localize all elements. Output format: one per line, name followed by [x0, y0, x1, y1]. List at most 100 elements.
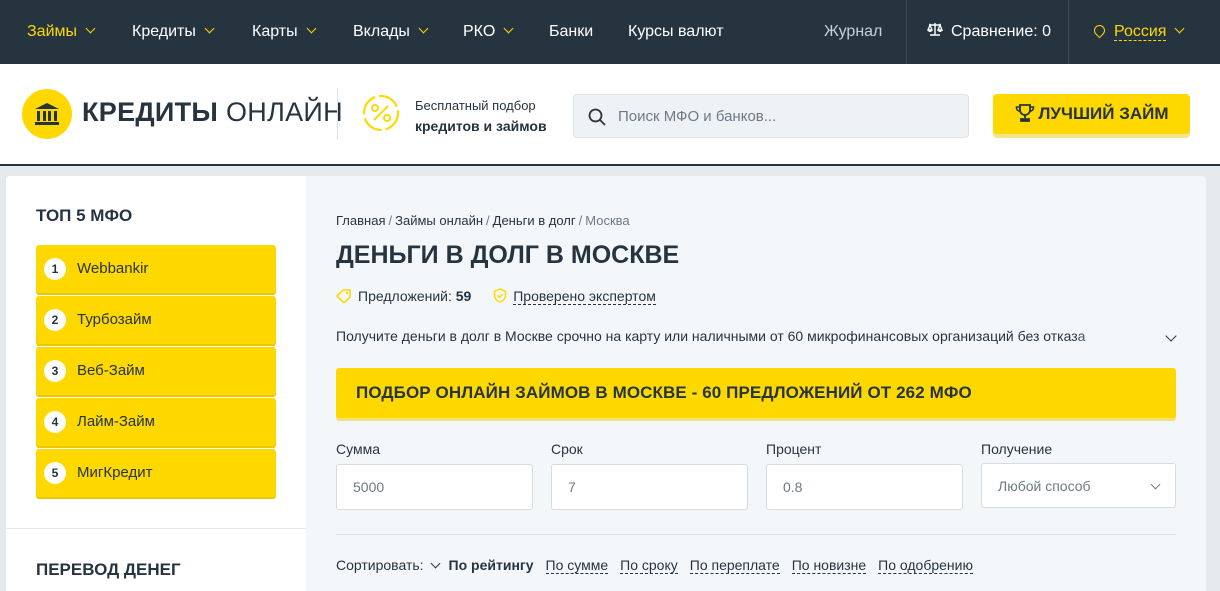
top-mfo-item[interactable]: 1 Webbankir: [36, 245, 276, 293]
sum-label: Сумма: [336, 441, 380, 457]
chevron-down-icon: [1150, 479, 1161, 490]
nav-item-label: Карты: [252, 23, 298, 40]
chevron-down-icon: [85, 23, 96, 34]
sort-by-approval[interactable]: По одобрению: [878, 558, 973, 574]
location-pin-icon: [1091, 22, 1108, 39]
nav-item-label: РКО: [463, 23, 496, 40]
term-input[interactable]: 7: [551, 464, 748, 510]
nav-item-currency[interactable]: Курсы валют: [628, 0, 724, 64]
offers-meta: Предложений: 59 Проверено экспертом: [335, 286, 656, 306]
sort-bar: Сортировать: По рейтингу По сумме По сроку П…: [336, 557, 985, 574]
breadcrumb-money-loan[interactable]: Деньги в долг: [493, 213, 576, 228]
breadcrumb-current: Москва: [585, 213, 630, 228]
search-icon[interactable]: [588, 108, 606, 126]
chevron-down-icon: [306, 23, 317, 34]
top-mfo-item[interactable]: 5 МигКредит: [36, 449, 276, 497]
rank-badge: 5: [44, 462, 66, 484]
sidebar-divider: [6, 528, 306, 529]
nav-item-credits[interactable]: Кредиты: [132, 0, 215, 64]
nav-item-rko[interactable]: РКО: [463, 0, 514, 64]
nav-item-cards[interactable]: Карты: [252, 0, 317, 64]
top-navigation: Займы Кредиты Карты Вклады РКО Банки Кур…: [0, 0, 1220, 64]
nav-item-label: Займы: [27, 23, 77, 40]
nav-item-banks[interactable]: Банки: [549, 0, 593, 64]
logo-text-bold: КРЕДИТЫ: [82, 97, 219, 127]
top-mfo-title: ТОП 5 МФО: [36, 206, 133, 225]
shield-check-icon: [493, 288, 507, 306]
chevron-down-icon: [204, 23, 215, 34]
chevron-down-icon: [418, 23, 429, 34]
compare-link[interactable]: Сравнение: 0: [926, 0, 1051, 64]
header-divider: [337, 88, 338, 140]
mfo-name: МигКредит: [77, 464, 153, 481]
sort-by-sum[interactable]: По сумме: [545, 558, 609, 574]
expert-checked[interactable]: Проверено экспертом: [493, 288, 656, 306]
mfo-name: Турбозайм: [77, 311, 152, 328]
expert-checked-label: Проверено экспертом: [513, 288, 656, 305]
receive-select[interactable]: Любой способ: [981, 463, 1176, 508]
sum-input[interactable]: 5000: [336, 464, 533, 510]
mfo-name: Webbankir: [77, 260, 149, 277]
nav-item-label: Журнал: [824, 23, 883, 40]
nav-item-journal[interactable]: Журнал: [824, 0, 882, 64]
top-mfo-item[interactable]: 4 Лайм-Займ: [36, 398, 276, 446]
receive-value: Любой способ: [998, 478, 1091, 494]
free-selection-tagline: Бесплатный подбор кредитов и займов: [415, 96, 547, 136]
breadcrumb-home[interactable]: Главная: [336, 213, 385, 228]
mfo-name: Лайм-Займ: [77, 413, 155, 430]
tagline-line1: Бесплатный подбор: [415, 98, 536, 113]
logo-text[interactable]: КРЕДИТЫ ОНЛАЙН: [82, 97, 343, 128]
rank-badge: 1: [44, 258, 66, 280]
page-title: ДЕНЬГИ В ДОЛГ В МОСКВЕ: [336, 241, 680, 269]
receive-label: Получение: [981, 441, 1053, 457]
sort-by-term[interactable]: По сроку: [620, 558, 678, 574]
offers-count: 59: [455, 288, 472, 304]
selection-banner: ПОДБОР ОНЛАЙН ЗАЙМОВ В МОСКВЕ - 60 ПРЕДЛ…: [336, 368, 1176, 418]
rate-value: 0.8: [783, 479, 803, 495]
top-mfo-item[interactable]: 3 Веб-Займ: [36, 347, 276, 395]
breadcrumb: Главная / Займы онлайн / Деньги в долг / Москв…: [336, 213, 630, 228]
sort-by-newest[interactable]: По новизне: [791, 558, 867, 574]
nav-item-label: Вклады: [353, 23, 410, 40]
tag-icon: [335, 289, 352, 306]
search-box: [573, 94, 969, 138]
rank-badge: 3: [44, 360, 66, 382]
logo[interactable]: [22, 89, 72, 139]
sum-value: 5000: [353, 479, 385, 495]
selection-banner-title: ПОДБОР ОНЛАЙН ЗАЙМОВ В МОСКВЕ - 60 ПРЕДЛ…: [356, 383, 972, 402]
nav-item-loans[interactable]: Займы: [27, 0, 96, 64]
chevron-down-icon[interactable]: [430, 558, 440, 569]
main-divider: [336, 534, 1176, 535]
bank-icon: [35, 103, 59, 125]
term-value: 7: [568, 479, 576, 495]
nav-item-deposits[interactable]: Вклады: [353, 0, 429, 64]
page-description: Получите деньги в долг в Москве срочно н…: [336, 328, 1086, 344]
breadcrumb-separator: /: [578, 213, 583, 228]
nav-separator: [906, 0, 907, 64]
rank-badge: 2: [44, 309, 66, 331]
rank-badge: 4: [44, 411, 66, 433]
chevron-down-icon: [1175, 23, 1185, 34]
region-label: Россия: [1114, 23, 1167, 41]
region-selector[interactable]: Россия: [1091, 0, 1185, 64]
search-input[interactable]: [618, 95, 958, 137]
sort-label: Сортировать:: [336, 557, 424, 573]
site-header: КРЕДИТЫ ОНЛАЙН Бесплатный подбор кредито…: [0, 64, 1220, 166]
rate-input[interactable]: 0.8: [766, 464, 963, 510]
mfo-name: Веб-Займ: [77, 362, 145, 379]
main-content: Главная / Займы онлайн / Деньги в долг / Москв…: [306, 176, 1206, 591]
sort-by-rating[interactable]: По рейтингу: [449, 557, 534, 573]
expand-description-icon[interactable]: [1165, 330, 1177, 342]
money-transfer-title: ПЕРЕВОД ДЕНЕГ: [36, 560, 181, 579]
logo-text-light: ОНЛАЙН: [225, 97, 343, 127]
sort-by-overpayment[interactable]: По переплате: [689, 558, 780, 574]
nav-item-label: Курсы валют: [628, 23, 724, 40]
top-mfo-item[interactable]: 2 Турбозайм: [36, 296, 276, 344]
best-loan-button[interactable]: ЛУЧШИЙ ЗАЙМ: [993, 94, 1190, 134]
nav-separator: [1068, 0, 1069, 64]
breadcrumb-loans-online[interactable]: Займы онлайн: [395, 213, 483, 228]
percent-badge-icon: [362, 94, 400, 132]
chevron-down-icon: [503, 23, 514, 34]
best-loan-label: ЛУЧШИЙ ЗАЙМ: [1038, 104, 1169, 123]
nav-item-label: Кредиты: [132, 23, 196, 40]
